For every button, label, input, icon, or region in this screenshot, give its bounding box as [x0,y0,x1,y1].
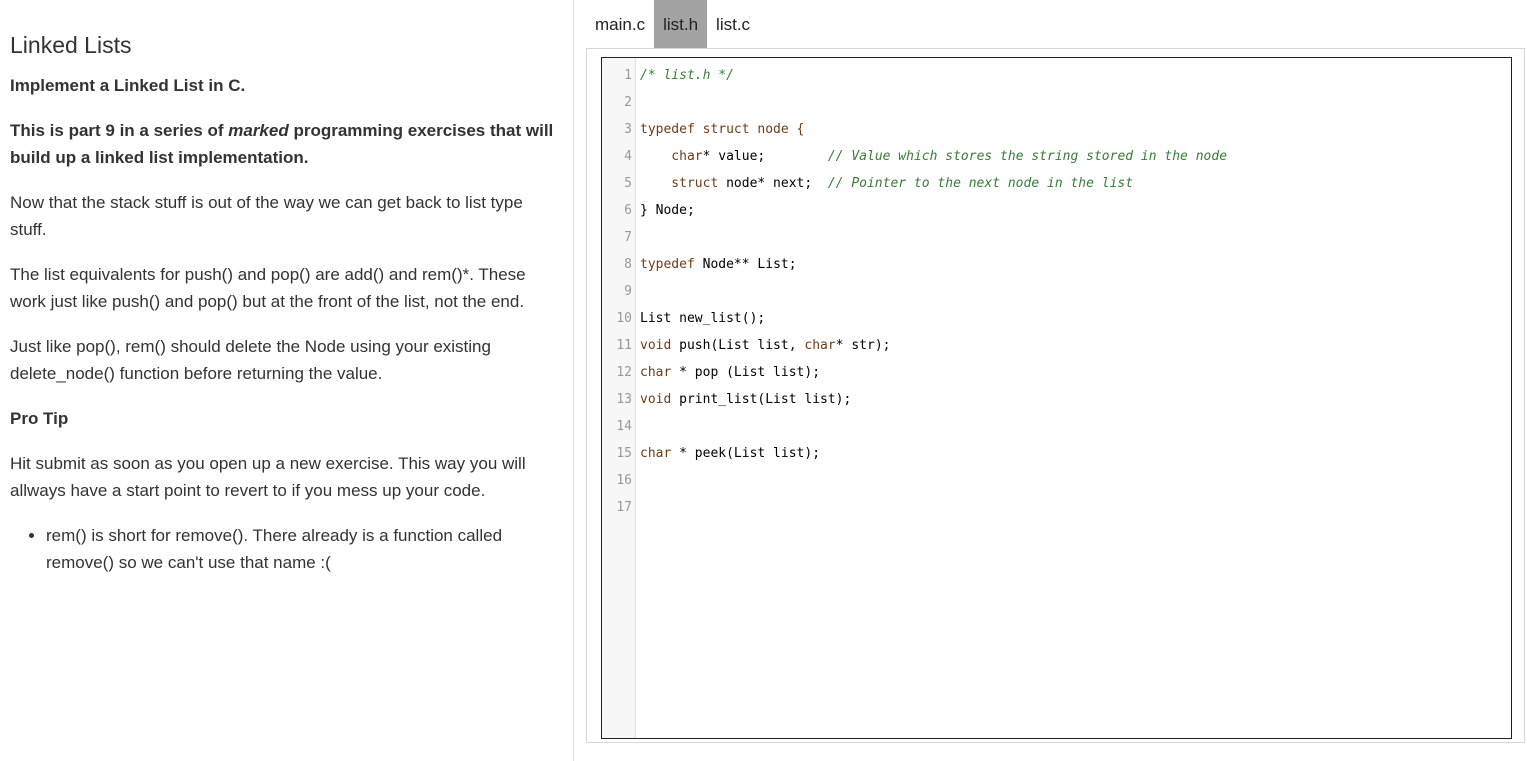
code-token-plain: * str); [835,338,891,353]
line-number: 2 [624,95,632,110]
code-token-keyword: char [640,149,703,164]
code-line[interactable]: 6 } Node; [602,197,1511,224]
code-token-plain: } Node; [640,203,695,218]
line-number: 8 [624,257,632,272]
pop-paragraph: Just like pop(), rem() should delete the… [10,337,491,383]
code-line[interactable]: 9 [602,278,1511,305]
code-token-keyword: typedef [640,257,703,272]
code-token-plain: node* next; [726,176,828,191]
series-text-pre: This is part 9 in a series of [10,121,229,140]
code-line[interactable]: 3 typedef struct node { [602,116,1511,143]
equivalents-paragraph: The list equivalents for push() and pop(… [10,265,526,311]
line-number: 5 [624,176,632,191]
tab-list-c[interactable]: list.c [707,0,759,48]
code-line[interactable]: 10 List new_list(); [602,305,1511,332]
code-text: List new_list(); [632,305,765,332]
code-line[interactable]: 7 [602,224,1511,251]
code-text: void push(List list, char* str); [632,332,890,359]
code-line[interactable]: 16 [602,467,1511,494]
code-text: typedef struct node { [632,116,804,143]
instructions-pane: Linked Lists Implement a Linked List in … [0,0,574,761]
line-number: 6 [624,203,632,218]
code-line[interactable]: 8 typedef Node** List; [602,251,1511,278]
protip-paragraph: Hit submit as soon as you open up a new … [10,454,526,500]
line-number: 11 [616,338,632,353]
code-token-plain: Node** List; [702,257,797,272]
code-line[interactable]: 13 void print_list(List list); [602,386,1511,413]
code-text: char * pop (List list); [632,359,820,386]
line-number: 3 [624,122,632,137]
code-text: /* list.h */ [632,62,734,89]
line-number: 1 [624,68,632,83]
code-line[interactable]: 2 [602,89,1511,116]
code-token-comment: /* list.h */ [640,68,734,83]
code-token-plain: * value; [702,149,828,164]
stack-paragraph: Now that the stack stuff is out of the w… [10,193,523,239]
line-number: 7 [624,230,632,245]
tab-main-c[interactable]: main.c [586,0,654,48]
intro-text: Implement a Linked List in C. [10,76,246,95]
line-number: 12 [616,365,632,380]
code-text: char * peek(List list); [632,440,820,467]
code-token-plain: print_list(List list); [679,392,852,407]
line-number: 9 [624,284,632,299]
code-token-comment: // Value which stores the string stored … [827,149,1228,164]
code-token-plain: List new_list(); [640,311,766,326]
code-token-keyword: void [640,338,680,353]
code-line[interactable]: 5 struct node* next; // Pointer to the n… [602,170,1511,197]
code-line[interactable]: 12 char * pop (List list); [602,359,1511,386]
code-token-keyword: char [640,365,680,380]
code-text: void print_list(List list); [632,386,851,413]
code-token-plain: * peek(List list); [679,446,821,461]
series-text-em: marked [228,121,289,140]
code-token-keyword: char [804,338,836,353]
code-text: char* value; // Value which stores the s… [632,143,1227,170]
line-number: 14 [616,419,632,434]
code-token-plain: push(List list, [679,338,805,353]
line-number: 10 [616,311,632,326]
line-number: 16 [616,473,632,488]
footnote-list: rem() is short for remove(). There alrea… [10,522,563,576]
series-text: This is part 9 in a series of marked pro… [10,117,563,171]
editor-pane: main.c list.h list.c 1 /* list.h */ 2 3 type… [586,0,1527,761]
code-text: typedef Node** List; [632,251,797,278]
protip-heading: Pro Tip [10,409,69,428]
line-number: 15 [616,446,632,461]
code-token-keyword: typedef struct node { [640,122,805,137]
code-editor[interactable]: 1 /* list.h */ 2 3 typedef struct node { 4 ch… [601,57,1512,739]
file-tabs: main.c list.h list.c [586,0,759,48]
editor-frame: 1 /* list.h */ 2 3 typedef struct node { 4 ch… [586,48,1525,743]
line-number: 17 [616,500,632,515]
line-number: 13 [616,392,632,407]
code-text: } Node; [632,197,695,224]
tab-list-h[interactable]: list.h [654,0,708,48]
code-token-keyword: char [640,446,680,461]
code-line[interactable]: 1 /* list.h */ [602,62,1511,89]
line-number: 4 [624,149,632,164]
code-line[interactable]: 14 [602,413,1511,440]
code-token-keyword: struct [640,176,727,191]
code-lines: 1 /* list.h */ 2 3 typedef struct node { 4 ch… [602,62,1511,521]
code-line[interactable]: 17 [602,494,1511,521]
code-line[interactable]: 4 char* value; // Value which stores the… [602,143,1511,170]
code-token-keyword: void [640,392,680,407]
code-text: struct node* next; // Pointer to the nex… [632,170,1133,197]
code-token-comment: // Pointer to the next node in the list [827,176,1134,191]
code-line[interactable]: 15 char * peek(List list); [602,440,1511,467]
code-line[interactable]: 11 void push(List list, char* str); [602,332,1511,359]
code-token-plain: * pop (List list); [679,365,821,380]
page-title: Linked Lists [10,32,132,58]
footnote-item: rem() is short for remove(). There alrea… [46,522,563,576]
